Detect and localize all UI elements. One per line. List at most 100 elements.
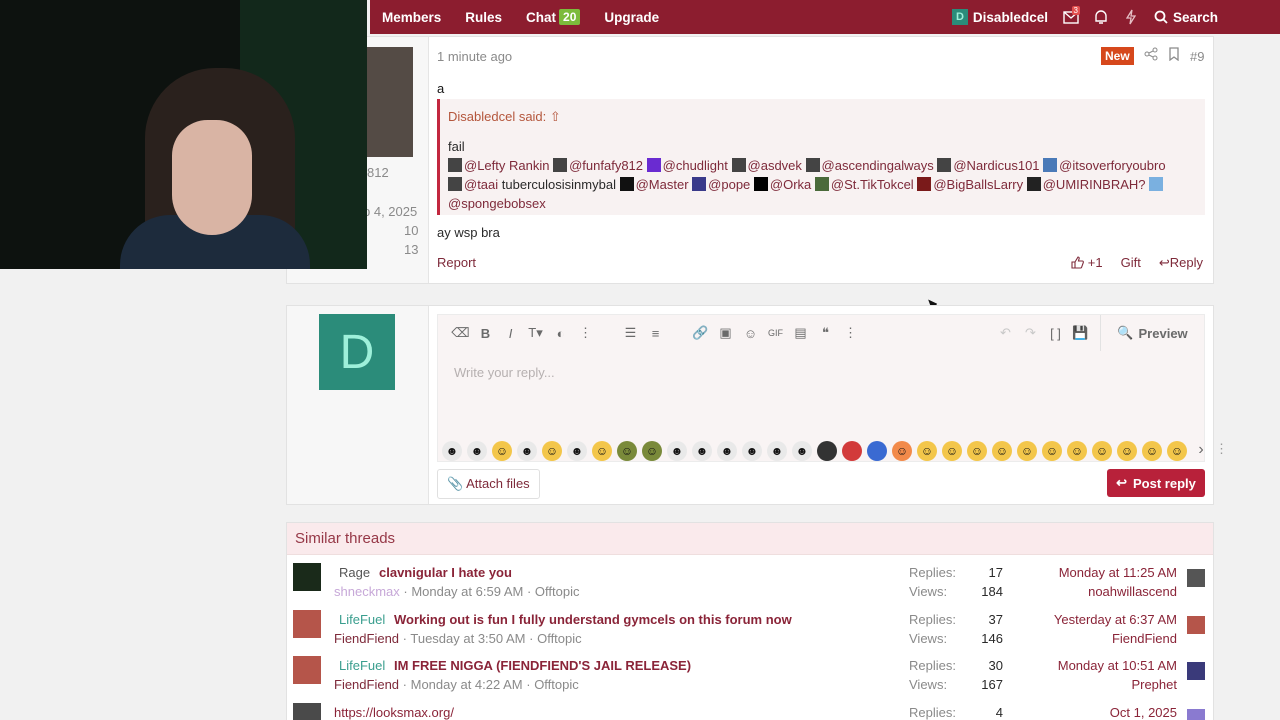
bold-icon[interactable]: B: [473, 326, 498, 341]
bell-icon[interactable]: [1086, 0, 1116, 34]
mention[interactable]: @St.TikTokcel: [831, 177, 914, 192]
nav-rules[interactable]: Rules: [453, 0, 514, 34]
mention[interactable]: @funfafy812: [569, 158, 643, 173]
last-post-date[interactable]: Oct 1, 2025: [1110, 705, 1177, 720]
last-post-date[interactable]: Yesterday at 6:37 AM: [1054, 612, 1177, 627]
poster-avatar[interactable]: [367, 47, 413, 157]
quote-icon[interactable]: ❝: [813, 325, 838, 341]
emoji-icon[interactable]: ☻: [692, 441, 712, 461]
preview-button[interactable]: 🔍 Preview: [1100, 315, 1204, 351]
inbox-icon[interactable]: 3: [1056, 0, 1086, 34]
thread-author[interactable]: FiendFiend: [334, 677, 399, 692]
font-size-icon[interactable]: T▾: [523, 325, 548, 341]
emoji-icon[interactable]: ☺: [642, 441, 662, 461]
last-poster-avatar[interactable]: [1187, 662, 1205, 680]
search-button[interactable]: Search: [1154, 10, 1218, 25]
mention[interactable]: @asdvek: [748, 158, 802, 173]
thread-author[interactable]: shneckmax: [334, 584, 400, 599]
emoji-icon[interactable]: ☺: [917, 441, 937, 461]
thread-avatar[interactable]: [293, 703, 321, 720]
last-poster[interactable]: Prephet: [1131, 677, 1177, 692]
emoji-icon[interactable]: ☺: [942, 441, 962, 461]
redo-icon[interactable]: ↷: [1018, 325, 1043, 341]
pill-icon[interactable]: [842, 441, 862, 461]
nav-upgrade[interactable]: Upgrade: [592, 0, 671, 34]
nav-chat[interactable]: Chat 20: [514, 0, 592, 34]
emoji-icon[interactable]: ☺: [1142, 441, 1162, 461]
mention[interactable]: @pope: [708, 177, 750, 192]
thread-forum[interactable]: Offtopic: [534, 677, 579, 692]
mention[interactable]: @Orka: [770, 177, 811, 192]
mention[interactable]: @itsoverforyoubro: [1059, 158, 1165, 173]
thread-title[interactable]: clavnigular I hate you: [379, 565, 512, 580]
thread-title[interactable]: IM FREE NIGGA (FIENDFIEND'S JAIL RELEASE…: [394, 658, 691, 673]
color-icon[interactable]: ◐: [548, 326, 573, 341]
last-post-date[interactable]: Monday at 11:25 AM: [1059, 565, 1177, 580]
thread-title[interactable]: https://looksmax.org/: [334, 705, 454, 720]
pill-icon[interactable]: [867, 441, 887, 461]
quote-header[interactable]: Disabledcel said: ⇧: [448, 109, 561, 125]
mention[interactable]: @taai: [464, 177, 498, 192]
emoji-icon[interactable]: ☺: [738, 326, 763, 341]
clear-format-icon[interactable]: ⌫: [448, 325, 473, 341]
last-poster-avatar[interactable]: [1187, 616, 1205, 634]
bolt-icon[interactable]: [1116, 0, 1146, 34]
thread-forum[interactable]: Offtopic: [537, 631, 582, 646]
emoji-icon[interactable]: ☺: [542, 441, 562, 461]
post-number[interactable]: #9: [1190, 49, 1204, 64]
emoji-icon[interactable]: ☻: [717, 441, 737, 461]
image-icon[interactable]: ▣: [713, 325, 738, 341]
emoji-icon[interactable]: ☺: [967, 441, 987, 461]
emoji-icon[interactable]: ☺: [1167, 441, 1187, 461]
emoji-icon[interactable]: ☺: [992, 441, 1012, 461]
thread-forum[interactable]: Offtopic: [535, 584, 580, 599]
mention[interactable]: @chudlight: [663, 158, 728, 173]
emoji-icon[interactable]: ☺: [592, 441, 612, 461]
emoji-more-icon[interactable]: ⋮: [1215, 441, 1228, 461]
mention[interactable]: @Master: [636, 177, 689, 192]
more-text-icon[interactable]: ⋮: [573, 325, 598, 341]
emoji-icon[interactable]: ☺: [1092, 441, 1112, 461]
more-insert-icon[interactable]: ⋮: [838, 325, 863, 341]
report-link[interactable]: Report: [437, 255, 476, 270]
emoji-icon[interactable]: ☺: [1042, 441, 1062, 461]
emoji-icon[interactable]: ☺: [492, 441, 512, 461]
thread-row[interactable]: LifeFuel Working out is fun I fully unde…: [287, 606, 1215, 652]
emoji-icon[interactable]: ☺: [1067, 441, 1087, 461]
italic-icon[interactable]: I: [498, 326, 523, 341]
emoji-icon[interactable]: ☻: [667, 441, 687, 461]
list-icon[interactable]: ☰: [618, 325, 643, 341]
emoji-icon[interactable]: ☻: [792, 441, 812, 461]
nav-members[interactable]: Members: [370, 0, 453, 34]
align-icon[interactable]: ≡: [643, 326, 668, 341]
drafts-icon[interactable]: 💾: [1068, 325, 1093, 341]
emoji-next-icon[interactable]: ›: [1192, 441, 1210, 461]
reply-avatar[interactable]: D: [319, 314, 395, 390]
last-poster-avatar[interactable]: [1187, 709, 1205, 720]
last-poster-avatar[interactable]: [1187, 569, 1205, 587]
post-timestamp[interactable]: 1 minute ago: [437, 49, 512, 64]
share-icon[interactable]: [1144, 47, 1158, 64]
emoji-icon[interactable]: ☺: [617, 441, 637, 461]
thread-row[interactable]: Rage clavnigular I hate you shneckmax · …: [287, 559, 1215, 605]
bbcode-toggle-icon[interactable]: [ ]: [1043, 326, 1068, 341]
mention[interactable]: @ascendingalways: [822, 158, 934, 173]
user-menu[interactable]: D Disabledcel: [951, 9, 1048, 25]
link-icon[interactable]: 🔗: [688, 325, 713, 341]
thread-row[interactable]: LifeFuel IM FREE NIGGA (FIENDFIEND'S JAI…: [287, 652, 1215, 698]
gif-icon[interactable]: GIF: [763, 328, 788, 338]
undo-icon[interactable]: ↶: [993, 325, 1018, 341]
post-reply-button[interactable]: ↩ Post reply: [1107, 469, 1205, 497]
mention[interactable]: @Lefty Rankin: [464, 158, 549, 173]
mention[interactable]: @spongebobsex: [448, 196, 546, 211]
emoji-icon[interactable]: ☺: [1017, 441, 1037, 461]
thread-avatar[interactable]: [293, 610, 321, 638]
last-poster[interactable]: noahwillascend: [1088, 584, 1177, 599]
emoji-icon[interactable]: ☻: [567, 441, 587, 461]
emoji-icon[interactable]: ☺: [1117, 441, 1137, 461]
reply-button[interactable]: ↩Reply: [1159, 255, 1203, 271]
gift-button[interactable]: Gift: [1121, 255, 1141, 271]
thread-title[interactable]: Working out is fun I fully understand gy…: [394, 612, 792, 627]
emoji-icon[interactable]: ☻: [467, 441, 487, 461]
last-post-date[interactable]: Monday at 10:51 AM: [1058, 658, 1177, 673]
